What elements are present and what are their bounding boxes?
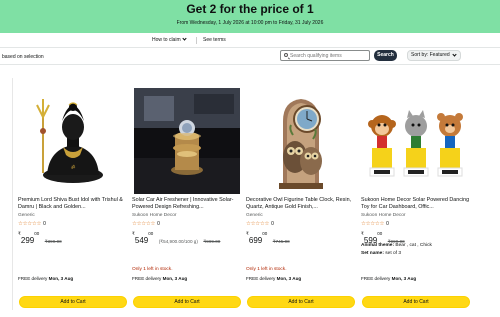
price-fraction: 00 <box>262 230 268 236</box>
search-input[interactable] <box>290 51 368 60</box>
product-title[interactable]: Solar Car Air Freshener | Innovative Sol… <box>132 197 242 211</box>
air-freshener-image <box>134 88 240 194</box>
owl-clock-image <box>279 99 323 189</box>
attribute-value: set of 3 <box>385 251 402 256</box>
currency-symbol: ₹ <box>246 230 249 236</box>
promo-dates: From Wednesday, 1 July 2026 at 10:00 pm … <box>176 20 324 26</box>
product-brand: Sukoon Home Decor <box>132 213 177 218</box>
rating-count: 0 <box>157 221 160 227</box>
svg-text:ॐ: ॐ <box>71 164 76 171</box>
delivery-date: Mon, 3 Aug <box>276 276 302 281</box>
delivery-info: FREE delivery Mon, 3 Aug <box>361 276 416 281</box>
search-button[interactable]: Search <box>374 50 397 61</box>
add-to-cart-button[interactable]: Add to Cart <box>133 296 241 308</box>
add-to-cart-button[interactable]: Add to Cart <box>247 296 355 308</box>
currency-symbol: ₹ <box>361 230 364 236</box>
sort-value: Featured <box>429 52 450 58</box>
star-icons: ☆☆☆☆☆ <box>132 221 156 227</box>
product-brand: Sukoon Home Decor <box>361 213 406 218</box>
delivery-info: FREE delivery Mon, 3 Aug <box>132 276 187 281</box>
rating-stars[interactable]: ☆☆☆☆☆ 0 <box>361 221 389 227</box>
product-title[interactable]: Sukoon Home Decor Solar Powered Dancing … <box>361 197 471 211</box>
see-terms-link[interactable]: See terms <box>203 37 226 43</box>
rating-count: 0 <box>43 221 46 227</box>
price-whole: 549 <box>134 236 149 245</box>
delivery-prefix: FREE delivery <box>361 276 391 281</box>
delivery-info: FREE delivery Mon, 3 Aug <box>246 276 301 281</box>
price: ₹69900 ₹745.00 <box>246 230 290 248</box>
sort-label: Sort by: <box>411 52 429 58</box>
currency-symbol: ₹ <box>18 230 21 236</box>
delivery-info: FREE delivery Mon, 3 Aug <box>18 276 73 281</box>
sort-dropdown[interactable]: Sort by: Featured <box>407 50 461 61</box>
delivery-date: Mon, 3 Aug <box>48 276 74 281</box>
star-icons: ☆☆☆☆☆ <box>361 221 385 227</box>
price-fraction: 00 <box>34 230 40 236</box>
delivery-date: Mon, 3 Aug <box>162 276 188 281</box>
shiva-idol-image: ॐ <box>36 99 103 183</box>
add-to-cart-button[interactable]: Add to Cart <box>362 296 470 308</box>
search-field[interactable] <box>280 50 370 61</box>
stock-warning: Only 1 left in stock. <box>132 267 173 272</box>
product-card: Sukoon Home Decor Solar Powered Dancing … <box>361 88 471 313</box>
attribute-value: Bear , cat , Chick <box>395 243 432 248</box>
unit-price: (₹54,900.00/100 g) <box>158 239 198 244</box>
grid-divider <box>12 78 13 310</box>
promo-title: Get 2 for the price of 1 <box>186 2 314 16</box>
list-price: ₹999.00 <box>203 239 221 244</box>
rating-stars[interactable]: ☆☆☆☆☆ 0 <box>132 221 160 227</box>
product-card: ॐ Premium Lord Shiva Bust Idol with Tris… <box>18 88 128 313</box>
product-image-dancing-toy[interactable] <box>361 88 471 194</box>
delivery-prefix: FREE delivery <box>18 276 48 281</box>
delivery-prefix: FREE delivery <box>246 276 276 281</box>
product-brand: Generic <box>18 213 35 218</box>
promo-info-row: How to claim See terms <box>0 33 500 48</box>
rating-count: 0 <box>271 221 274 227</box>
how-to-claim-link[interactable]: How to claim <box>152 36 187 43</box>
delivery-prefix: FREE delivery <box>132 276 162 281</box>
price-whole: 699 <box>248 236 263 245</box>
rating-count: 0 <box>386 221 389 227</box>
product-image-owl-clock[interactable] <box>246 88 356 194</box>
stock-warning: Only 1 left in stock. <box>246 267 287 272</box>
delivery-date: Mon, 3 Aug <box>391 276 417 281</box>
attribute-label: Animal theme: <box>361 243 395 248</box>
add-to-cart-button[interactable]: Add to Cart <box>19 296 127 308</box>
set-name-attribute: Set name: set of 3 <box>361 251 401 256</box>
list-price: ₹399.00 <box>44 239 62 244</box>
divider <box>196 37 197 44</box>
product-card: Solar Car Air Freshener | Innovative Sol… <box>132 88 242 313</box>
currency-symbol: ₹ <box>132 230 135 236</box>
price-fraction: 00 <box>377 230 383 236</box>
selection-note: based on selection <box>2 54 44 60</box>
star-icons: ☆☆☆☆☆ <box>246 221 270 227</box>
product-brand: Generic <box>246 213 263 218</box>
price: ₹54900 (₹54,900.00/100 g) ₹999.00 <box>132 230 220 248</box>
list-price: ₹745.00 <box>272 239 290 244</box>
rating-stars[interactable]: ☆☆☆☆☆ 0 <box>246 221 274 227</box>
product-card: Decorative Owl Figurine Table Clock, Res… <box>246 88 356 313</box>
chevron-down-icon <box>182 36 187 41</box>
star-icons: ☆☆☆☆☆ <box>18 221 42 227</box>
filter-bar: based on selection Search Sort by: Featu… <box>0 48 500 65</box>
price-whole: 299 <box>20 236 35 245</box>
attribute-label: Set name: <box>361 251 384 256</box>
product-title[interactable]: Decorative Owl Figurine Table Clock, Res… <box>246 197 356 211</box>
product-image-shiva-idol[interactable]: ॐ <box>18 88 128 194</box>
dancing-toy-image <box>368 110 463 177</box>
promo-banner: Get 2 for the price of 1 From Wednesday,… <box>0 0 500 33</box>
product-image-air-freshener[interactable] <box>132 88 242 194</box>
rating-stars[interactable]: ☆☆☆☆☆ 0 <box>18 221 46 227</box>
how-to-claim-label: How to claim <box>152 37 181 43</box>
search-icon <box>284 53 288 57</box>
product-title[interactable]: Premium Lord Shiva Bust Idol with Trishu… <box>18 197 128 211</box>
price-fraction: 00 <box>148 230 154 236</box>
animal-theme-attribute: Animal theme: Bear , cat , Chick <box>361 243 432 248</box>
price: ₹29900 ₹399.00 <box>18 230 62 248</box>
chevron-down-icon <box>452 52 457 57</box>
